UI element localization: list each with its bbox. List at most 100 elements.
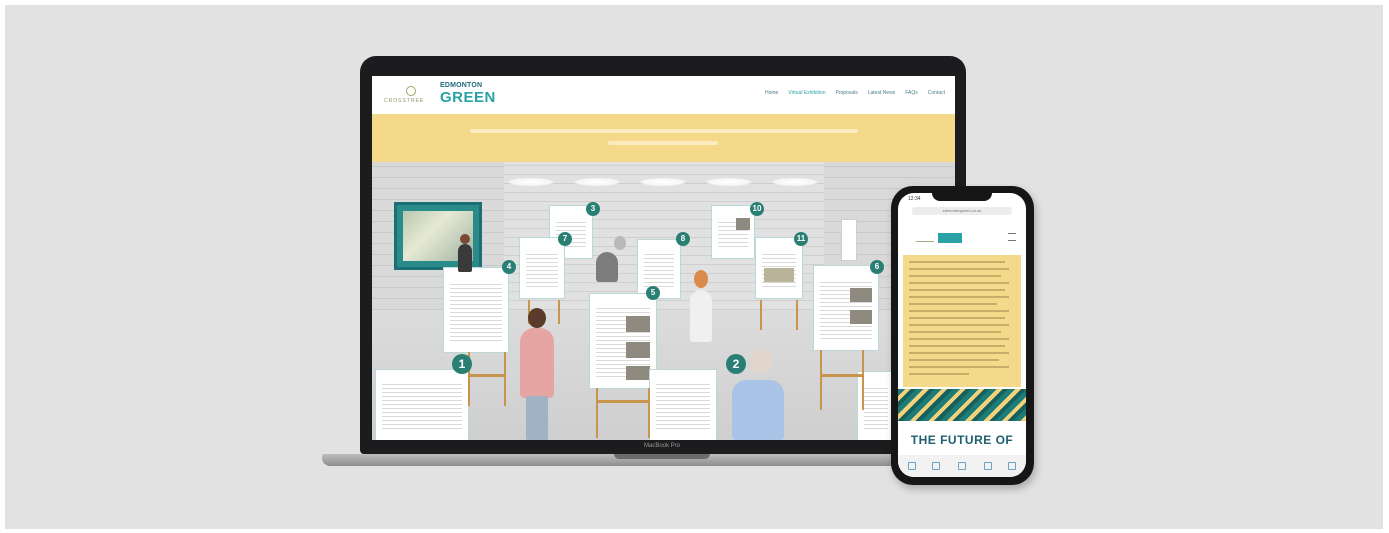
hamburger-menu-icon[interactable]	[1008, 233, 1016, 241]
exhibit-number-badge[interactable]: 3	[586, 202, 600, 216]
nav-virtual-exhibition[interactable]: Virtual Exhibition	[788, 90, 825, 96]
phone-notch	[932, 193, 992, 201]
exhibit-number-badge[interactable]: 11	[794, 232, 808, 246]
exhibition-board[interactable]	[520, 238, 564, 298]
phone-edmonton-green-logo[interactable]	[938, 233, 962, 243]
text-line	[909, 338, 1009, 340]
exhibit-number-badge[interactable]: 8	[676, 232, 690, 246]
text-line	[909, 296, 1009, 298]
visitor-head	[460, 234, 470, 244]
easel	[760, 300, 798, 330]
board-photo	[764, 268, 794, 282]
nav-faqs[interactable]: FAQs	[905, 90, 918, 96]
easel-crossbar	[596, 400, 650, 403]
text-line	[909, 310, 1009, 312]
laptop-model-label: MacBook Pro	[643, 443, 680, 449]
main-nav: Home Virtual Exhibition Proposals Latest…	[765, 90, 945, 96]
share-icon[interactable]	[958, 462, 966, 470]
board-photo	[626, 316, 650, 332]
visitor-head	[694, 270, 708, 288]
nav-contact[interactable]: Contact	[928, 90, 945, 96]
crosstree-logo[interactable]: CROSSTREE	[384, 86, 436, 108]
text-line	[909, 352, 1009, 354]
edmonton-green-logo[interactable]: EDMONTON GREEN	[440, 82, 495, 108]
phone-intro-panel	[903, 255, 1021, 387]
easel-crossbar	[468, 374, 506, 377]
board-text	[864, 386, 888, 432]
exhibition-board[interactable]	[650, 370, 716, 440]
exhibition-board[interactable]	[444, 268, 508, 352]
bookmarks-icon[interactable]	[984, 462, 992, 470]
exhibition-board[interactable]	[814, 266, 878, 350]
visitor-figure	[596, 252, 618, 282]
text-line	[909, 268, 1009, 270]
easel-crossbar	[820, 374, 864, 377]
text-line	[909, 373, 969, 375]
easel	[468, 352, 506, 406]
exhibit-number-badge[interactable]: 6	[870, 260, 884, 274]
ceiling-light	[574, 178, 620, 186]
board-photo	[850, 288, 872, 302]
visitor-legs	[526, 396, 548, 440]
board-text	[526, 252, 558, 290]
page: CROSSTREE EDMONTON GREEN Home Virtual Ex…	[0, 0, 1389, 533]
text-line	[909, 331, 1001, 333]
tabs-icon[interactable]	[1008, 462, 1016, 470]
exhibit-number-badge[interactable]: 5	[646, 286, 660, 300]
tree-icon	[406, 86, 416, 96]
exhibit-number-badge[interactable]: 1	[452, 354, 472, 374]
ceiling-light	[772, 178, 818, 186]
board-text	[382, 384, 462, 432]
exhibition-board[interactable]	[590, 294, 656, 388]
text-line	[909, 289, 1005, 291]
text-line	[909, 261, 1005, 263]
laptop-notch	[614, 454, 710, 459]
nav-home[interactable]: Home	[765, 90, 778, 96]
text-line	[909, 275, 1001, 277]
exhibit-number-badge[interactable]: 7	[558, 232, 572, 246]
logo-green-text: GREEN	[440, 89, 496, 106]
banner-text-line	[470, 129, 858, 133]
exhibition-board[interactable]	[376, 370, 468, 440]
visitor-figure	[732, 380, 784, 440]
text-line	[909, 345, 1005, 347]
nav-latest-news[interactable]: Latest News	[868, 90, 896, 96]
easel	[820, 350, 864, 410]
forward-icon[interactable]	[932, 462, 940, 470]
crosstree-logo-text: CROSSTREE	[384, 98, 425, 104]
phone-screen: 12:34 edmontongreen.co.uk THE FUTURE OF	[898, 193, 1026, 477]
phone-site-header	[898, 219, 1026, 255]
intro-banner	[372, 114, 955, 162]
visitor-head	[528, 308, 546, 328]
visitor-head	[750, 348, 772, 374]
visitor-figure	[690, 290, 712, 342]
exhibition-board[interactable]	[712, 206, 754, 258]
visitor-figure	[458, 244, 472, 272]
text-line	[909, 317, 1005, 319]
text-line	[909, 359, 999, 361]
nav-proposals[interactable]: Proposals	[836, 90, 858, 96]
visitor-head	[614, 236, 626, 250]
ceiling-light	[640, 178, 686, 186]
exhibit-number-badge[interactable]: 4	[502, 260, 516, 274]
banner-text-line	[608, 141, 718, 145]
phone-status-bar: 12:34	[898, 193, 1026, 205]
ceiling-light	[508, 178, 554, 186]
text-line	[909, 366, 1009, 368]
laptop-screen: CROSSTREE EDMONTON GREEN Home Virtual Ex…	[372, 76, 955, 440]
exhibition-board[interactable]	[756, 238, 802, 298]
exhibit-number-badge[interactable]: 10	[750, 202, 764, 216]
board-text	[450, 282, 502, 344]
easel	[596, 388, 650, 438]
text-line	[909, 282, 1009, 284]
ceiling-light	[706, 178, 752, 186]
phone-url-bar[interactable]: edmontongreen.co.uk	[912, 207, 1012, 215]
board-photo	[626, 342, 650, 358]
site-header: CROSSTREE EDMONTON GREEN Home Virtual Ex…	[372, 76, 955, 114]
board-text	[644, 254, 674, 290]
phone-crosstree-logo[interactable]	[916, 235, 934, 242]
exhibit-number-badge[interactable]: 2	[726, 354, 746, 374]
board-photo	[626, 366, 650, 380]
virtual-exhibition-room[interactable]: 3 7 8 10 11 4 6 5 1 2	[372, 162, 955, 440]
back-icon[interactable]	[908, 462, 916, 470]
